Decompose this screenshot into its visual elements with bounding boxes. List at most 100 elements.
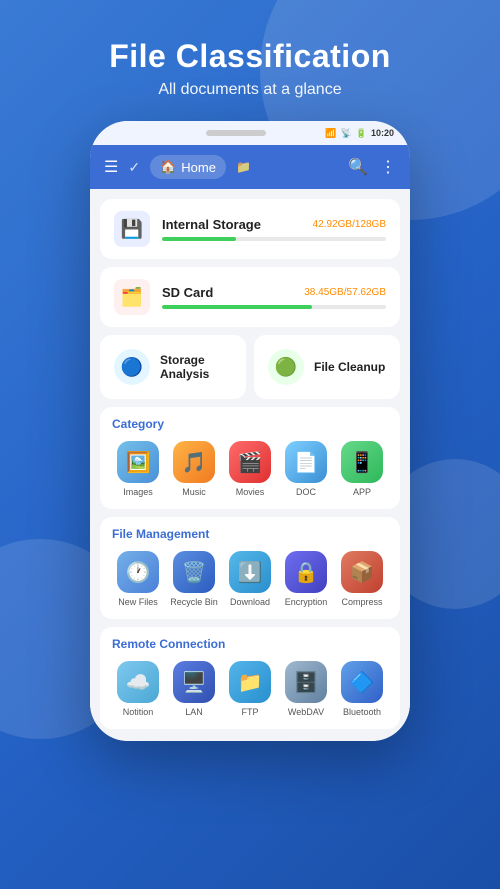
app-toolbar: ☰ ✓ 🏠 Home 📁 🔍 ⋮: [90, 145, 410, 189]
compress-label: Compress: [341, 597, 382, 607]
lan-icon: 🖥️: [173, 661, 215, 703]
home-label: Home: [181, 160, 216, 175]
storage-analysis-icon: 🔵: [114, 349, 150, 385]
rc-webdav[interactable]: 🗄️ WebDAV: [280, 661, 332, 717]
internal-storage-usage: 42.92GB/128GB: [313, 219, 386, 230]
app-subtitle: All documents at a glance: [109, 81, 391, 99]
internal-storage-icon: 💾: [114, 211, 150, 247]
file-cleanup-card[interactable]: 🟢 File Cleanup: [254, 335, 400, 399]
music-icon: 🎵: [173, 441, 215, 483]
encryption-icon: 🔒: [285, 551, 327, 593]
wifi-icon: 📶: [325, 128, 336, 139]
doc-icon: 📄: [285, 441, 327, 483]
remote-connection-title: Remote Connection: [112, 637, 388, 651]
quick-actions: 🔵 Storage Analysis 🟢 File Cleanup: [100, 335, 400, 399]
rc-ftp[interactable]: 📁 FTP: [224, 661, 276, 717]
sd-card-name: SD Card: [162, 285, 213, 300]
fm-encryption[interactable]: 🔒 Encryption: [280, 551, 332, 607]
recycle-bin-label: Recycle Bin: [170, 597, 218, 607]
folder-icon: 📁: [236, 160, 251, 174]
images-label: Images: [123, 487, 153, 497]
download-label: Download: [230, 597, 270, 607]
storage-analysis-label: Storage Analysis: [160, 353, 232, 381]
encryption-label: Encryption: [285, 597, 328, 607]
movies-label: Movies: [236, 487, 265, 497]
status-bar: 📶 📡 🔋 10:20: [90, 121, 410, 145]
bluetooth-label: Bluetooth: [343, 707, 381, 717]
phone-frame: 📶 📡 🔋 10:20 ☰ ✓ 🏠 Home 📁 🔍 ⋮ 💾: [90, 121, 410, 741]
webdav-label: WebDAV: [288, 707, 324, 717]
phone-content: 💾 Internal Storage 42.92GB/128GB 🗂️ SD C…: [90, 189, 410, 741]
status-notch: [206, 130, 266, 136]
internal-storage-bar-fill: [162, 237, 236, 241]
time-display: 10:20: [371, 128, 394, 138]
internal-storage-bar-bg: [162, 237, 386, 241]
music-label: Music: [182, 487, 206, 497]
app-title: File Classification: [109, 38, 391, 75]
sd-card-icon: 🗂️: [114, 279, 150, 315]
bluetooth-icon: 🔷: [341, 661, 383, 703]
category-section: Category 🖼️ Images 🎵 Music 🎬 Movies 📄 DO…: [100, 407, 400, 509]
internal-storage-card[interactable]: 💾 Internal Storage 42.92GB/128GB: [100, 199, 400, 259]
fm-recycle-bin[interactable]: 🗑️ Recycle Bin: [168, 551, 220, 607]
search-icon[interactable]: 🔍: [348, 157, 368, 177]
doc-label: DOC: [296, 487, 316, 497]
fm-new-files[interactable]: 🕐 New Files: [112, 551, 164, 607]
toolbar-left: ☰ ✓ 🏠 Home 📁: [104, 155, 251, 179]
sd-card-info: SD Card 38.45GB/57.62GB: [162, 285, 386, 309]
category-grid: 🖼️ Images 🎵 Music 🎬 Movies 📄 DOC 📱: [112, 441, 388, 497]
sd-card-usage: 38.45GB/57.62GB: [304, 287, 386, 298]
file-management-grid: 🕐 New Files 🗑️ Recycle Bin ⬇️ Download 🔒…: [112, 551, 388, 607]
recycle-bin-icon: 🗑️: [173, 551, 215, 593]
signal-icon: 📡: [341, 128, 352, 139]
remote-connection-grid: ☁️ Notition 🖥️ LAN 📁 FTP 🗄️ WebDAV 🔷: [112, 661, 388, 717]
notion-icon: ☁️: [117, 661, 159, 703]
sd-card-bar-bg: [162, 305, 386, 309]
rc-notion[interactable]: ☁️ Notition: [112, 661, 164, 717]
sd-card-card[interactable]: 🗂️ SD Card 38.45GB/57.62GB: [100, 267, 400, 327]
download-icon: ⬇️: [229, 551, 271, 593]
internal-storage-header: Internal Storage 42.92GB/128GB: [162, 217, 386, 232]
battery-icon: 🔋: [356, 128, 367, 139]
check-icon[interactable]: ✓: [128, 159, 140, 176]
webdav-icon: 🗄️: [285, 661, 327, 703]
storage-analysis-card[interactable]: 🔵 Storage Analysis: [100, 335, 246, 399]
new-files-icon: 🕐: [117, 551, 159, 593]
hamburger-icon[interactable]: ☰: [104, 157, 118, 177]
home-icon: 🏠: [160, 159, 176, 175]
file-cleanup-label: File Cleanup: [314, 360, 385, 374]
images-icon: 🖼️: [117, 441, 159, 483]
category-doc[interactable]: 📄 DOC: [280, 441, 332, 497]
ftp-icon: 📁: [229, 661, 271, 703]
sd-card-bar-fill: [162, 305, 312, 309]
notion-label: Notition: [123, 707, 154, 717]
movies-icon: 🎬: [229, 441, 271, 483]
category-movies[interactable]: 🎬 Movies: [224, 441, 276, 497]
internal-storage-info: Internal Storage 42.92GB/128GB: [162, 217, 386, 241]
lan-label: LAN: [185, 707, 203, 717]
rc-lan[interactable]: 🖥️ LAN: [168, 661, 220, 717]
file-management-section: File Management 🕐 New Files 🗑️ Recycle B…: [100, 517, 400, 619]
app-icon: 📱: [341, 441, 383, 483]
fm-download[interactable]: ⬇️ Download: [224, 551, 276, 607]
app-label: APP: [353, 487, 371, 497]
compress-icon: 📦: [341, 551, 383, 593]
ftp-label: FTP: [242, 707, 259, 717]
rc-bluetooth[interactable]: 🔷 Bluetooth: [336, 661, 388, 717]
sd-card-header: SD Card 38.45GB/57.62GB: [162, 285, 386, 300]
internal-storage-name: Internal Storage: [162, 217, 261, 232]
category-title: Category: [112, 417, 388, 431]
remote-connection-section: Remote Connection ☁️ Notition 🖥️ LAN 📁 F…: [100, 627, 400, 729]
new-files-label: New Files: [118, 597, 158, 607]
status-bar-right: 📶 📡 🔋 10:20: [325, 128, 394, 139]
app-header: File Classification All documents at a g…: [109, 38, 391, 99]
file-cleanup-icon: 🟢: [268, 349, 304, 385]
more-icon[interactable]: ⋮: [380, 157, 396, 177]
category-images[interactable]: 🖼️ Images: [112, 441, 164, 497]
fm-compress[interactable]: 📦 Compress: [336, 551, 388, 607]
toolbar-right: 🔍 ⋮: [348, 157, 396, 177]
category-music[interactable]: 🎵 Music: [168, 441, 220, 497]
file-management-title: File Management: [112, 527, 388, 541]
category-app[interactable]: 📱 APP: [336, 441, 388, 497]
home-button[interactable]: 🏠 Home: [150, 155, 226, 179]
